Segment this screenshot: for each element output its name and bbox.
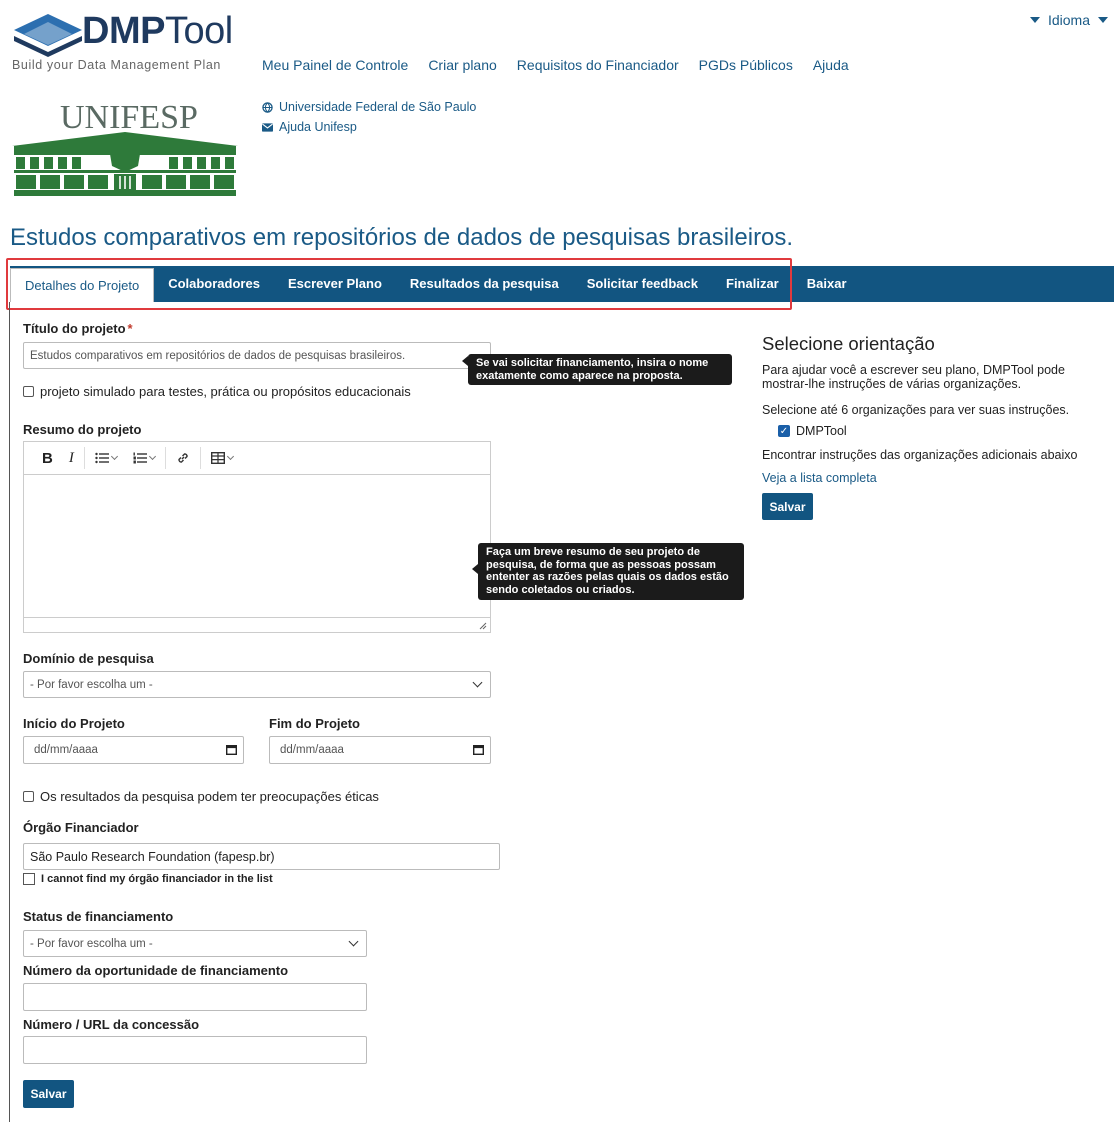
- end-date-label: Fim do Projeto: [269, 716, 360, 731]
- table-button[interactable]: [205, 452, 239, 464]
- numbered-list-button[interactable]: [127, 452, 161, 464]
- guidance-select-prompt: Selecione até 6 organizações para ver su…: [762, 403, 1070, 417]
- funding-status-value: - Por favor escolha um -: [30, 937, 153, 950]
- project-title-tooltip: Se vai solicitar financiamento, insira o…: [468, 354, 732, 386]
- chevron-down-icon: [110, 452, 118, 461]
- tab-download[interactable]: Baixar: [793, 266, 861, 302]
- chevron-down-icon: [472, 677, 483, 688]
- editor-toolbar: B I: [24, 442, 490, 475]
- numbered-list-icon: [133, 452, 147, 464]
- calendar-icon[interactable]: [226, 745, 237, 755]
- link-icon: [178, 453, 188, 463]
- start-date-input[interactable]: dd/mm/aaaa: [23, 736, 244, 764]
- ethics-label: Os resultados da pesquisa podem ter preo…: [40, 789, 379, 804]
- nav-funder-requirements-link[interactable]: Requisitos do Financiador: [517, 57, 679, 73]
- language-menu[interactable]: Idioma: [1029, 12, 1108, 28]
- envelope-icon: [262, 122, 273, 132]
- funding-status-select[interactable]: - Por favor escolha um -: [23, 930, 367, 957]
- abstract-textarea[interactable]: [24, 475, 490, 617]
- project-title-label: Título do projeto *: [23, 321, 133, 336]
- funder-input[interactable]: São Paulo Research Foundation (fapesp.br…: [23, 843, 500, 870]
- globe-icon: [262, 101, 273, 113]
- guidance-title: Selecione orientação: [762, 333, 935, 354]
- editor-statusbar: [24, 617, 490, 632]
- toolbar-separator: [83, 447, 85, 469]
- page-title: Estudos comparativos em repositórios de …: [10, 224, 794, 251]
- dmptool-wordmark: DMPTool: [82, 10, 233, 52]
- bullet-list-button[interactable]: [89, 452, 123, 464]
- guidance-org-label: DMPTool: [796, 424, 847, 438]
- org-links: Universidade Federal de São Paulo Ajuda …: [262, 100, 476, 140]
- abstract-label: Resumo do projeto: [23, 422, 142, 437]
- toolbar-separator: [199, 447, 201, 469]
- funder-label: Órgão Financiador: [23, 820, 139, 835]
- abstract-editor: B I: [23, 441, 491, 633]
- test-plan-label: projeto simulado para testes, prática ou…: [40, 384, 411, 399]
- chevron-down-icon: [148, 452, 156, 461]
- unifesp-logo-icon: UNIFESP: [12, 99, 238, 196]
- guidance-org-option[interactable]: ✓ DMPTool: [778, 424, 847, 438]
- nav-help-link[interactable]: Ajuda: [813, 57, 849, 73]
- table-icon: [210, 452, 225, 464]
- opportunity-number-input[interactable]: [23, 983, 367, 1011]
- tagline: Build your Data Management Plan: [12, 58, 221, 72]
- highlight-box: [6, 258, 792, 310]
- grant-number-label: Número / URL da concessão: [23, 1017, 200, 1032]
- research-domain-select[interactable]: - Por favor escolha um -: [23, 671, 491, 698]
- guidance-intro: Para ajudar você a escrever seu plano, D…: [762, 363, 1065, 391]
- funder-not-found-row[interactable]: I cannot find my órgão financiador in th…: [23, 873, 273, 885]
- ethics-checkbox[interactable]: [23, 791, 34, 802]
- research-domain-label: Domínio de pesquisa: [23, 651, 154, 666]
- start-date-label: Início do Projeto: [23, 716, 125, 731]
- guidance-save-button[interactable]: Salvar: [762, 493, 813, 520]
- link-button[interactable]: [170, 451, 196, 465]
- italic-button[interactable]: I: [63, 450, 80, 467]
- nav-public-plans-link[interactable]: PGDs Públicos: [699, 57, 793, 73]
- start-date-placeholder: dd/mm/aaaa: [34, 744, 98, 756]
- main-nav: Meu Painel de Controle Criar plano Requi…: [262, 57, 849, 73]
- funder-not-found-checkbox[interactable]: [23, 873, 35, 885]
- opportunity-number-label: Número da oportunidade de financiamento: [23, 963, 289, 978]
- language-label: Idioma: [1047, 12, 1090, 28]
- caret-down-icon: [1029, 17, 1040, 23]
- left-divider: [9, 302, 10, 1122]
- org-help-link[interactable]: Ajuda Unifesp: [262, 120, 476, 134]
- abstract-tooltip: Faça um breve resumo de seu projeto de p…: [478, 543, 744, 600]
- ethics-checkbox-row[interactable]: Os resultados da pesquisa podem ter preo…: [23, 789, 379, 804]
- end-date-placeholder: dd/mm/aaaa: [280, 744, 344, 756]
- end-date-input[interactable]: dd/mm/aaaa: [269, 736, 491, 764]
- org-website-link[interactable]: Universidade Federal de São Paulo: [262, 100, 476, 114]
- calendar-icon[interactable]: [473, 745, 484, 755]
- research-domain-value: - Por favor escolha um -: [30, 678, 153, 691]
- see-full-list-link[interactable]: Veja a lista completa: [762, 471, 877, 486]
- grant-number-input[interactable]: [23, 1036, 367, 1064]
- project-title-input[interactable]: Estudos comparativos em repositórios de …: [23, 342, 491, 369]
- resize-grip-icon[interactable]: [479, 622, 487, 630]
- bullet-list-icon: [95, 452, 109, 464]
- nav-create-plan-link[interactable]: Criar plano: [428, 57, 496, 73]
- chevron-down-icon: [226, 452, 234, 461]
- test-plan-checkbox-row[interactable]: projeto simulado para testes, prática ou…: [23, 384, 411, 399]
- funder-not-found-label: I cannot find my órgão financiador in th…: [41, 873, 273, 885]
- bold-button[interactable]: B: [36, 450, 59, 467]
- checkbox-checked-icon[interactable]: ✓: [778, 425, 790, 437]
- test-plan-checkbox[interactable]: [23, 386, 34, 397]
- guidance-find-more: Encontrar instruções das organizações ad…: [762, 448, 1078, 462]
- chevron-down-icon: [348, 936, 359, 947]
- required-mark: *: [127, 321, 133, 336]
- toolbar-separator: [164, 447, 166, 469]
- save-button[interactable]: Salvar: [23, 1080, 74, 1108]
- unifesp-logo-text: UNIFESP: [60, 99, 198, 136]
- nav-dashboard-link[interactable]: Meu Painel de Controle: [262, 57, 408, 73]
- funding-status-label: Status de financiamento: [23, 909, 174, 924]
- caret-down-icon: [1098, 17, 1108, 23]
